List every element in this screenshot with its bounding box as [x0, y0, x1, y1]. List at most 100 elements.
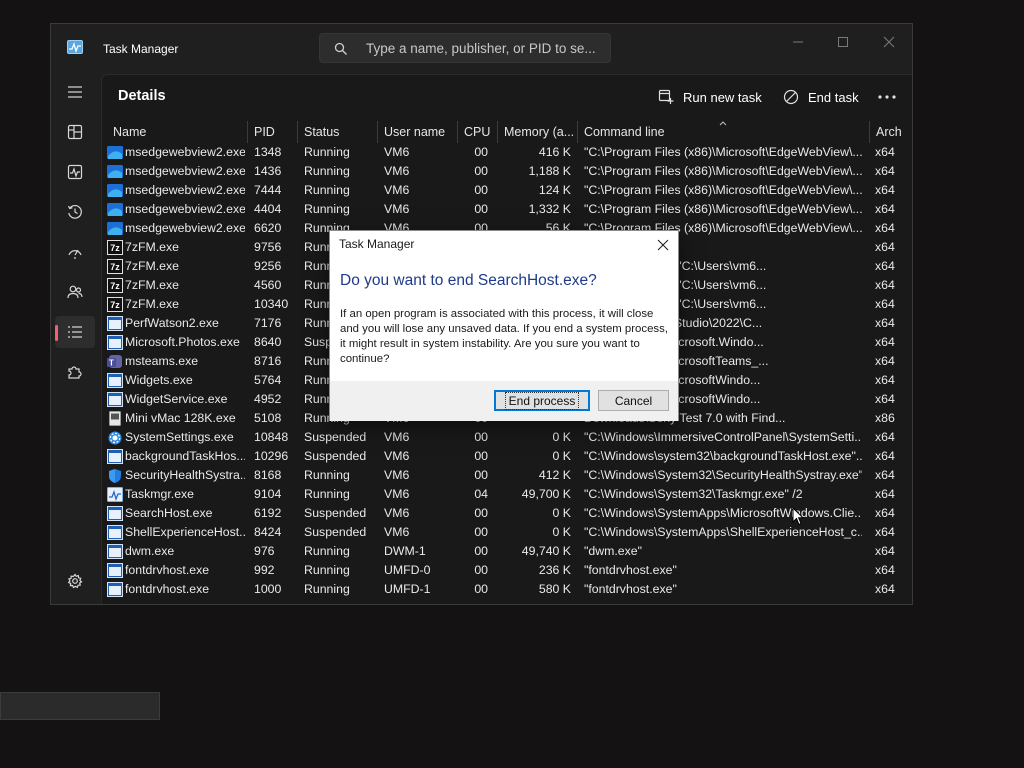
column-header-user-name[interactable]: User name — [378, 121, 458, 143]
startup-gauge-icon — [68, 249, 82, 259]
cancel-button[interactable]: Cancel — [598, 390, 669, 411]
process-row[interactable]: msedgewebview2.exe 1348 Running VM6 00 416 K "… — [102, 143, 912, 162]
cell-cmd: "C:\Windows\System32\Taskmgr.exe" /2 — [584, 487, 803, 501]
search-box[interactable] — [319, 33, 611, 63]
title-bar[interactable]: Task Manager — [51, 24, 912, 74]
process-row[interactable]: msedgewebview2.exe 1436 Running VM6 00 1,188 … — [102, 162, 912, 181]
cell-pid: 4404 — [254, 202, 282, 216]
process-row[interactable]: dwm.exe 976 Running DWM-1 00 49,740 K "dwm.exe… — [102, 542, 912, 561]
cancel-label: Cancel — [614, 393, 653, 408]
run-new-task-icon — [658, 89, 674, 104]
column-header-cpu[interactable]: CPU — [458, 121, 498, 143]
window-process-icon — [107, 316, 123, 331]
process-row[interactable]: fontdrvhost.exe 1000 Running UMFD-1 00 580 K "… — [102, 580, 912, 599]
cell-status: Running — [304, 563, 350, 577]
cell-arch: x64 — [875, 487, 895, 501]
process-row[interactable]: msedgewebview2.exe 4404 Running VM6 00 1,332 … — [102, 200, 912, 219]
cell-pid: 5764 — [254, 373, 282, 387]
cell-pid: 9104 — [254, 487, 282, 501]
cell-user: VM6 — [384, 145, 410, 159]
window-process-icon — [107, 449, 123, 464]
cell-user: UMFD-0 — [384, 563, 431, 577]
nav-performance[interactable] — [55, 156, 95, 188]
end-process-button[interactable]: End process — [494, 390, 590, 411]
cell-name: Widgets.exe — [125, 373, 193, 387]
nav-services[interactable] — [55, 356, 95, 388]
nav-processes[interactable] — [55, 116, 95, 148]
svg-text:7z: 7z — [110, 243, 120, 253]
cell-cpu: 00 — [474, 582, 488, 596]
column-header-pid[interactable]: PID — [248, 121, 298, 143]
minimize-icon — [793, 41, 803, 43]
run-new-task-button[interactable]: Run new task — [658, 84, 762, 110]
process-row[interactable]: SecurityHealthSystra... 8168 Running VM6 00 4… — [102, 466, 912, 485]
cell-arch: x64 — [875, 297, 895, 311]
nav-details[interactable] — [55, 316, 95, 348]
7z-process-icon: 7z — [107, 240, 123, 255]
run-new-task-label: Run new task — [683, 89, 762, 105]
nav-settings[interactable] — [55, 565, 95, 597]
column-header-arch[interactable]: Arch — [870, 121, 912, 143]
more-options-button[interactable] — [878, 84, 905, 110]
maximize-button[interactable] — [823, 30, 863, 54]
process-row[interactable]: SystemSettings.exe 10848 Suspended VM6 00 0 K… — [102, 428, 912, 447]
nav-users[interactable] — [55, 276, 95, 308]
end-process-dialog: Task Manager Do you want to end SearchHo… — [329, 230, 679, 421]
search-input[interactable] — [366, 34, 602, 62]
7z-process-icon: 7z — [107, 259, 123, 274]
cell-cpu: 00 — [474, 202, 488, 216]
cell-mem: 580 K — [538, 582, 571, 596]
column-header-status[interactable]: Status — [298, 121, 378, 143]
cell-pid: 10340 — [254, 297, 289, 311]
process-row[interactable]: Taskmgr.exe 9104 Running VM6 04 49,700 K "C:\W… — [102, 485, 912, 504]
cell-status: Running — [304, 487, 350, 501]
dialog-message: If an open program is associated with th… — [340, 308, 668, 365]
cell-pid: 7444 — [254, 183, 282, 197]
cell-status: Suspended — [304, 525, 367, 539]
cell-pid: 9756 — [254, 240, 282, 254]
cell-mem: 1,188 K — [528, 164, 571, 178]
maximize-icon — [838, 37, 848, 47]
end-task-button[interactable]: End task — [783, 84, 859, 110]
edge-process-icon — [107, 202, 123, 217]
window-process-icon — [107, 373, 123, 388]
cell-cpu: 00 — [474, 145, 488, 159]
close-window-button[interactable] — [869, 30, 909, 54]
cell-cmd: "C:\Windows\SystemApps\MicrosoftWindows.… — [584, 506, 862, 520]
dialog-heading: Do you want to end SearchHost.exe? — [340, 272, 597, 289]
cell-pid: 7176 — [254, 316, 282, 330]
cell-arch: x64 — [875, 164, 895, 178]
cell-user: VM6 — [384, 183, 410, 197]
cell-pid: 8424 — [254, 525, 282, 539]
cell-arch: x64 — [875, 240, 895, 254]
mac-process-icon — [107, 411, 123, 426]
cell-name: msedgewebview2.exe — [125, 202, 245, 216]
process-row[interactable]: msedgewebview2.exe 7444 Running VM6 00 124 K "… — [102, 181, 912, 200]
cell-arch: x86 — [875, 411, 895, 425]
dialog-close-icon[interactable] — [655, 237, 671, 253]
window-process-icon — [107, 582, 123, 597]
minimize-button[interactable] — [778, 30, 818, 54]
nav-app-history[interactable] — [55, 196, 95, 228]
hamburger-icon — [68, 86, 82, 98]
cell-cmd: "C:\Windows\system32\backgroundTaskHost.… — [584, 449, 862, 463]
nav-startup-apps[interactable] — [55, 236, 95, 268]
column-header-memory[interactable]: Memory (a... — [498, 121, 578, 143]
svg-text:7z: 7z — [110, 281, 120, 291]
column-header-name[interactable]: Name — [107, 121, 248, 143]
cell-user: VM6 — [384, 468, 410, 482]
window-process-icon — [107, 506, 123, 521]
cell-arch: x64 — [875, 316, 895, 330]
cell-name: 7zFM.exe — [125, 278, 179, 292]
process-row[interactable]: backgroundTaskHos... 10296 Suspended VM6 00 0… — [102, 447, 912, 466]
cell-name: msedgewebview2.exe — [125, 145, 245, 159]
sort-ascending-icon — [719, 121, 727, 126]
cell-arch: x64 — [875, 582, 895, 596]
process-row[interactable]: fontdrvhost.exe 992 Running UMFD-0 00 236 K "f… — [102, 561, 912, 580]
hamburger-menu-button[interactable] — [55, 76, 95, 108]
cell-pid: 8716 — [254, 354, 282, 368]
svg-text:T: T — [109, 359, 114, 368]
shield-process-icon — [107, 468, 123, 483]
cell-name: SystemSettings.exe — [125, 430, 234, 444]
cell-mem: 412 K — [538, 468, 571, 482]
